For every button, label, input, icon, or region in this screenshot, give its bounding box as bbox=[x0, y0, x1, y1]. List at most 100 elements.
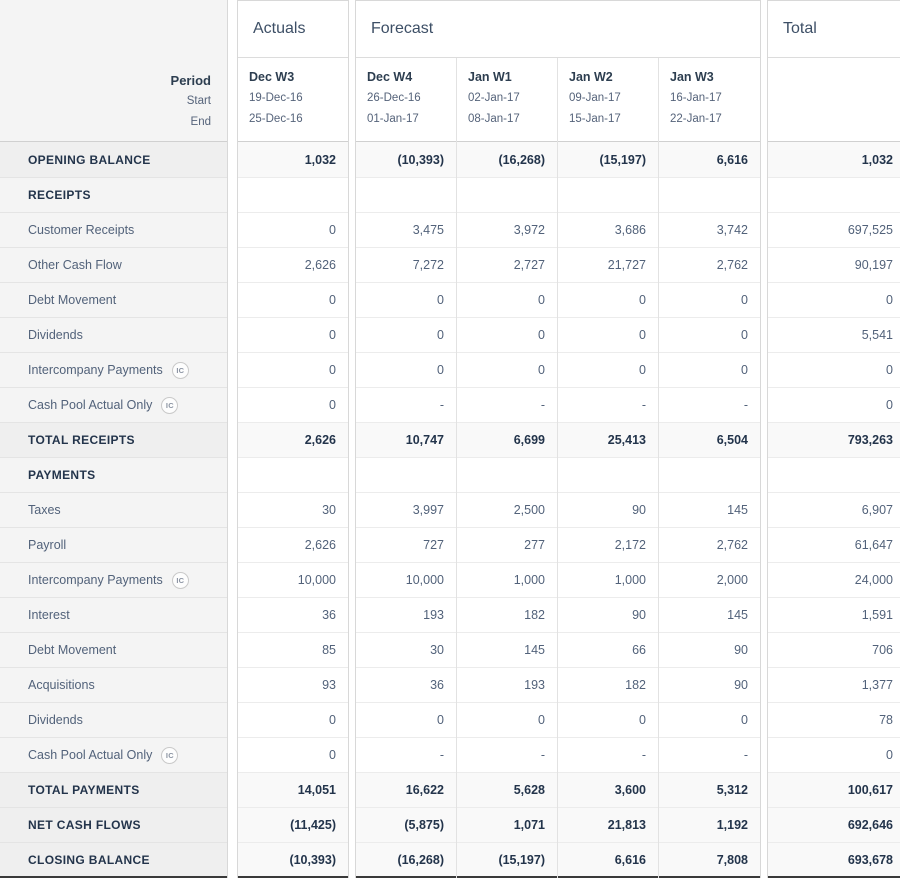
cell-dec_w4-r16[interactable]: 0 bbox=[356, 703, 456, 738]
cell-jan_w2-r19[interactable]: 21,813 bbox=[558, 808, 658, 843]
cell-dec_w4-r1[interactable] bbox=[356, 178, 456, 213]
cell-jan_w3-r15[interactable]: 90 bbox=[659, 668, 760, 703]
cell-dec_w3-r4[interactable]: 0 bbox=[238, 283, 348, 318]
cell-jan_w1-r18[interactable]: 5,628 bbox=[457, 773, 557, 808]
cell-jan_w2-r0[interactable]: (15,197) bbox=[558, 142, 658, 178]
cell-dec_w4-r4[interactable]: 0 bbox=[356, 283, 456, 318]
cell-total-r10[interactable]: 6,907 bbox=[768, 493, 900, 528]
cell-jan_w3-r13[interactable]: 145 bbox=[659, 598, 760, 633]
cell-dec_w3-r1[interactable] bbox=[238, 178, 348, 213]
cell-total-r14[interactable]: 706 bbox=[768, 633, 900, 668]
cell-jan_w2-r14[interactable]: 66 bbox=[558, 633, 658, 668]
cell-total-r12[interactable]: 24,000 bbox=[768, 563, 900, 598]
cell-jan_w1-r7[interactable]: - bbox=[457, 388, 557, 423]
cell-total-r15[interactable]: 1,377 bbox=[768, 668, 900, 703]
cell-dec_w3-r2[interactable]: 0 bbox=[238, 213, 348, 248]
cell-jan_w3-r12[interactable]: 2,000 bbox=[659, 563, 760, 598]
cell-dec_w4-r2[interactable]: 3,475 bbox=[356, 213, 456, 248]
column-header-total[interactable] bbox=[768, 58, 900, 142]
row-label-total-payments[interactable]: TOTAL PAYMENTS bbox=[0, 773, 227, 808]
cell-dec_w4-r9[interactable] bbox=[356, 458, 456, 493]
cell-jan_w2-r2[interactable]: 3,686 bbox=[558, 213, 658, 248]
row-label-cash-pool-actual-only[interactable]: Cash Pool Actual OnlyIC bbox=[0, 738, 227, 773]
cell-jan_w3-r1[interactable] bbox=[659, 178, 760, 213]
cell-total-r18[interactable]: 100,617 bbox=[768, 773, 900, 808]
cell-jan_w1-r6[interactable]: 0 bbox=[457, 353, 557, 388]
cell-total-r11[interactable]: 61,647 bbox=[768, 528, 900, 563]
row-label-taxes[interactable]: Taxes bbox=[0, 493, 227, 528]
cell-jan_w1-r19[interactable]: 1,071 bbox=[457, 808, 557, 843]
cell-dec_w4-r18[interactable]: 16,622 bbox=[356, 773, 456, 808]
cell-dec_w4-r0[interactable]: (10,393) bbox=[356, 142, 456, 178]
cell-jan_w3-r20[interactable]: 7,808 bbox=[659, 843, 760, 878]
cell-total-r1[interactable] bbox=[768, 178, 900, 213]
cell-dec_w3-r16[interactable]: 0 bbox=[238, 703, 348, 738]
column-header-jan_w2[interactable]: Jan W209-Jan-1715-Jan-17 bbox=[558, 58, 658, 142]
row-label-intercompany-payments[interactable]: Intercompany PaymentsIC bbox=[0, 353, 227, 388]
cell-dec_w4-r10[interactable]: 3,997 bbox=[356, 493, 456, 528]
cell-total-r13[interactable]: 1,591 bbox=[768, 598, 900, 633]
cell-dec_w4-r3[interactable]: 7,272 bbox=[356, 248, 456, 283]
cell-dec_w3-r6[interactable]: 0 bbox=[238, 353, 348, 388]
cell-dec_w4-r17[interactable]: - bbox=[356, 738, 456, 773]
row-label-acquisitions[interactable]: Acquisitions bbox=[0, 668, 227, 703]
cell-total-r5[interactable]: 5,541 bbox=[768, 318, 900, 353]
cell-jan_w1-r15[interactable]: 193 bbox=[457, 668, 557, 703]
cell-dec_w3-r17[interactable]: 0 bbox=[238, 738, 348, 773]
cell-jan_w3-r16[interactable]: 0 bbox=[659, 703, 760, 738]
cell-dec_w3-r10[interactable]: 30 bbox=[238, 493, 348, 528]
row-label-other-cash-flow[interactable]: Other Cash Flow bbox=[0, 248, 227, 283]
row-label-closing-balance[interactable]: CLOSING BALANCE bbox=[0, 843, 227, 878]
cell-dec_w4-r7[interactable]: - bbox=[356, 388, 456, 423]
cell-total-r3[interactable]: 90,197 bbox=[768, 248, 900, 283]
cell-dec_w3-r13[interactable]: 36 bbox=[238, 598, 348, 633]
cell-jan_w2-r13[interactable]: 90 bbox=[558, 598, 658, 633]
cell-jan_w2-r17[interactable]: - bbox=[558, 738, 658, 773]
cell-jan_w1-r5[interactable]: 0 bbox=[457, 318, 557, 353]
row-label-customer-receipts[interactable]: Customer Receipts bbox=[0, 213, 227, 248]
cell-dec_w4-r6[interactable]: 0 bbox=[356, 353, 456, 388]
cell-jan_w1-r13[interactable]: 182 bbox=[457, 598, 557, 633]
cell-total-r20[interactable]: 693,678 bbox=[768, 843, 900, 878]
cell-dec_w4-r19[interactable]: (5,875) bbox=[356, 808, 456, 843]
cell-jan_w1-r12[interactable]: 1,000 bbox=[457, 563, 557, 598]
cell-jan_w3-r11[interactable]: 2,762 bbox=[659, 528, 760, 563]
cell-dec_w3-r20[interactable]: (10,393) bbox=[238, 843, 348, 878]
cell-dec_w4-r11[interactable]: 727 bbox=[356, 528, 456, 563]
cell-jan_w2-r10[interactable]: 90 bbox=[558, 493, 658, 528]
cell-jan_w2-r3[interactable]: 21,727 bbox=[558, 248, 658, 283]
column-header-jan_w3[interactable]: Jan W316-Jan-1722-Jan-17 bbox=[659, 58, 760, 142]
cell-total-r2[interactable]: 697,525 bbox=[768, 213, 900, 248]
cell-jan_w3-r2[interactable]: 3,742 bbox=[659, 213, 760, 248]
cell-jan_w1-r16[interactable]: 0 bbox=[457, 703, 557, 738]
cell-jan_w1-r9[interactable] bbox=[457, 458, 557, 493]
cell-dec_w4-r8[interactable]: 10,747 bbox=[356, 423, 456, 458]
cell-jan_w2-r1[interactable] bbox=[558, 178, 658, 213]
cell-jan_w1-r2[interactable]: 3,972 bbox=[457, 213, 557, 248]
cell-dec_w3-r0[interactable]: 1,032 bbox=[238, 142, 348, 178]
row-label-dividends[interactable]: Dividends bbox=[0, 318, 227, 353]
cell-jan_w3-r7[interactable]: - bbox=[659, 388, 760, 423]
cell-total-r9[interactable] bbox=[768, 458, 900, 493]
cell-jan_w2-r16[interactable]: 0 bbox=[558, 703, 658, 738]
cell-jan_w2-r9[interactable] bbox=[558, 458, 658, 493]
cell-dec_w4-r20[interactable]: (16,268) bbox=[356, 843, 456, 878]
cell-jan_w3-r14[interactable]: 90 bbox=[659, 633, 760, 668]
cell-jan_w1-r14[interactable]: 145 bbox=[457, 633, 557, 668]
cell-total-r7[interactable]: 0 bbox=[768, 388, 900, 423]
cell-jan_w1-r10[interactable]: 2,500 bbox=[457, 493, 557, 528]
cell-dec_w3-r14[interactable]: 85 bbox=[238, 633, 348, 668]
row-label-total-receipts[interactable]: TOTAL RECEIPTS bbox=[0, 423, 227, 458]
cell-jan_w3-r9[interactable] bbox=[659, 458, 760, 493]
cell-total-r6[interactable]: 0 bbox=[768, 353, 900, 388]
cell-jan_w2-r8[interactable]: 25,413 bbox=[558, 423, 658, 458]
row-label-opening-balance[interactable]: OPENING BALANCE bbox=[0, 142, 227, 178]
cell-dec_w3-r7[interactable]: 0 bbox=[238, 388, 348, 423]
cell-jan_w2-r4[interactable]: 0 bbox=[558, 283, 658, 318]
cell-jan_w1-r11[interactable]: 277 bbox=[457, 528, 557, 563]
cell-jan_w2-r5[interactable]: 0 bbox=[558, 318, 658, 353]
cell-jan_w2-r20[interactable]: 6,616 bbox=[558, 843, 658, 878]
cell-dec_w3-r9[interactable] bbox=[238, 458, 348, 493]
row-label-cash-pool-actual-only[interactable]: Cash Pool Actual OnlyIC bbox=[0, 388, 227, 423]
cell-dec_w4-r14[interactable]: 30 bbox=[356, 633, 456, 668]
